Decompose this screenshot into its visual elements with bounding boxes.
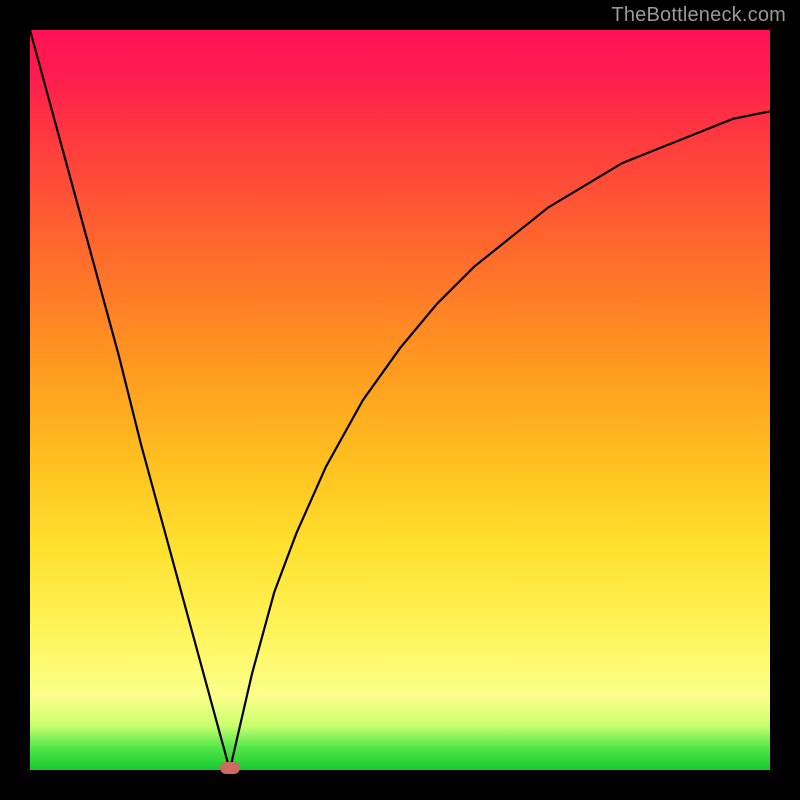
plot-area (30, 30, 770, 770)
min-marker (220, 762, 240, 774)
curve-left-branch (30, 30, 230, 770)
curve-svg (30, 30, 770, 770)
watermark-text: TheBottleneck.com (611, 4, 786, 27)
curve-right-branch (230, 111, 770, 770)
chart-frame: TheBottleneck.com (0, 0, 800, 800)
